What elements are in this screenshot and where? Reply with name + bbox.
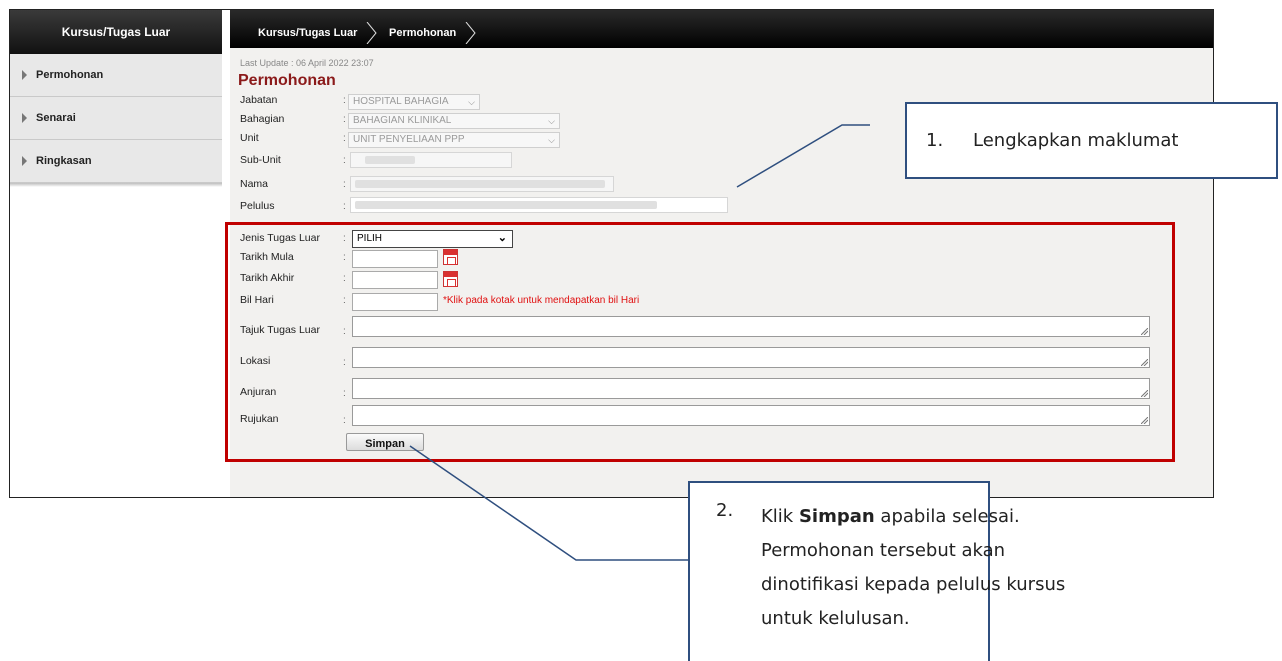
- callout-text-bold: Simpan: [798, 506, 875, 527]
- callout-number: 1.: [926, 130, 944, 151]
- callout-text-segment: Klik: [761, 506, 799, 527]
- callout-step-1: 1. Lengkapkan maklumat: [905, 102, 1278, 179]
- callout-line: untuk kelulusan.: [761, 608, 910, 629]
- callout-line: Klik Simpan apabila selesai.: [761, 500, 1065, 534]
- callout-step-2: 2. Klik Simpan apabila selesai. Permohon…: [688, 481, 1065, 661]
- callout-text: Klik Simpan apabila selesai. Permohonan …: [761, 500, 1065, 636]
- callout-text: Lengkapkan maklumat: [973, 130, 1179, 151]
- callout-line: Permohonan tersebut akan: [761, 540, 1006, 561]
- callout-line: dinotifikasi kepada pelulus kursus: [761, 574, 1066, 595]
- callout-text-segment: apabila selesai.: [874, 506, 1020, 527]
- callout-connectors: [409, 124, 870, 561]
- callout-number: 2.: [716, 500, 734, 521]
